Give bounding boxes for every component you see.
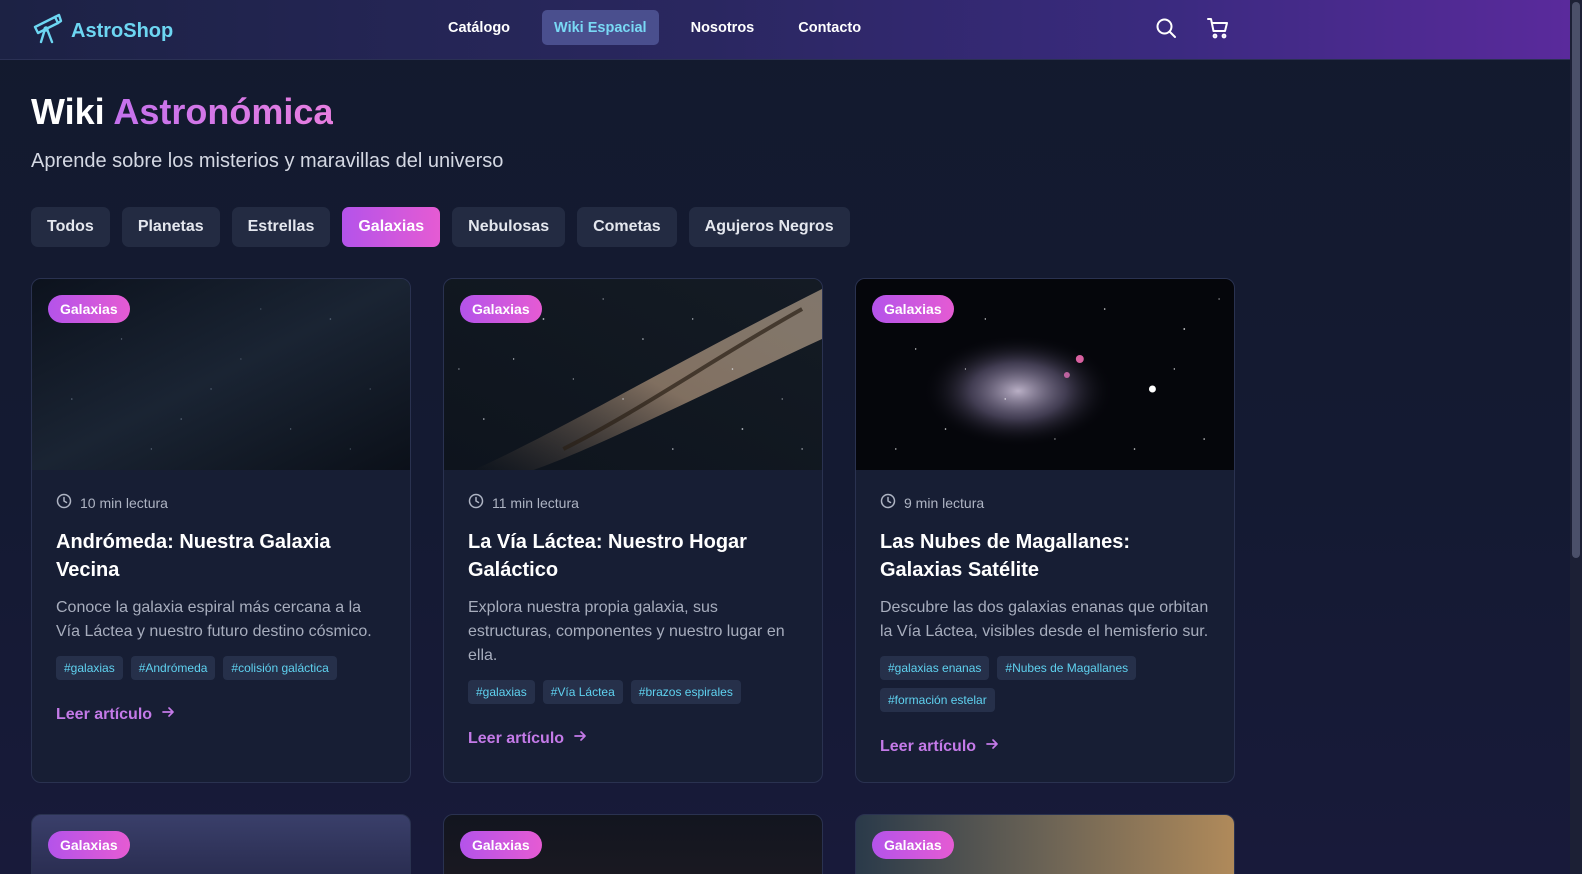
read-time-text: 9 min lectura bbox=[904, 494, 985, 511]
filter-agujeros-negros[interactable]: Agujeros Negros bbox=[688, 207, 850, 247]
nav-catalogo[interactable]: Catálogo bbox=[436, 10, 522, 45]
article-card[interactable]: Galaxias 10 min lectura Andrómeda: Nuest… bbox=[31, 278, 411, 783]
read-article-link[interactable]: Leer artículo bbox=[468, 728, 798, 749]
arrow-right-icon bbox=[984, 736, 1000, 757]
page-subtitle: Aprende sobre los misterios y maravillas… bbox=[31, 150, 504, 172]
tag[interactable]: #galaxias bbox=[468, 680, 535, 704]
tag-list: #galaxias #Andrómeda #colisión galáctica bbox=[56, 656, 386, 680]
tag[interactable]: #galaxias bbox=[56, 656, 123, 680]
category-badge: Galaxias bbox=[872, 831, 954, 859]
category-badge: Galaxias bbox=[48, 295, 130, 323]
main-nav: Catálogo Wiki Espacial Nosotros Contacto bbox=[436, 10, 873, 45]
cart-icon[interactable] bbox=[1206, 16, 1230, 40]
category-badge: Galaxias bbox=[872, 295, 954, 323]
filter-nebulosas[interactable]: Nebulosas bbox=[452, 207, 566, 247]
read-article-link[interactable]: Leer artículo bbox=[56, 704, 386, 725]
brand-logo[interactable]: AstroShop bbox=[31, 13, 173, 50]
article-body: 10 min lectura Andrómeda: Nuestra Galaxi… bbox=[56, 493, 386, 725]
article-card[interactable]: Galaxias 11 min lectura La Vía Láctea: N… bbox=[443, 278, 823, 783]
category-badge: Galaxias bbox=[460, 295, 542, 323]
read-time: 10 min lectura bbox=[56, 493, 386, 512]
article-body: 9 min lectura Las Nubes de Magallanes: G… bbox=[880, 493, 1210, 757]
article-description: Explora nuestra propia galaxia, sus estr… bbox=[468, 599, 785, 664]
nav-nosotros[interactable]: Nosotros bbox=[679, 10, 767, 45]
tag-list: #galaxias #Vía Láctea #brazos espirales bbox=[468, 680, 798, 704]
arrow-right-icon bbox=[572, 728, 588, 749]
filter-cometas[interactable]: Cometas bbox=[577, 207, 677, 247]
top-navbar: AstroShop Catálogo Wiki Espacial Nosotro… bbox=[0, 0, 1570, 60]
article-title[interactable]: Las Nubes de Magallanes: Galaxias Satéli… bbox=[880, 528, 1210, 584]
read-time: 9 min lectura bbox=[880, 493, 1210, 512]
article-description: Descubre las dos galaxias enanas que orb… bbox=[880, 599, 1209, 640]
search-icon[interactable] bbox=[1154, 16, 1178, 40]
article-title[interactable]: La Vía Láctea: Nuestro Hogar Galáctico bbox=[468, 528, 798, 584]
article-description: Conoce la galaxia espiral más cercana a … bbox=[56, 599, 372, 640]
read-time-text: 10 min lectura bbox=[80, 494, 168, 511]
read-time: 11 min lectura bbox=[468, 493, 798, 512]
tag[interactable]: #formación estelar bbox=[880, 688, 995, 712]
read-article-label: Leer artículo bbox=[880, 737, 977, 755]
category-filters: Todos Planetas Estrellas Galaxias Nebulo… bbox=[31, 207, 850, 247]
article-card[interactable]: Galaxias bbox=[855, 814, 1235, 874]
article-card[interactable]: Galaxias bbox=[31, 814, 411, 874]
page-title: Wiki Astronómica bbox=[31, 91, 333, 133]
tag[interactable]: #Nubes de Magallanes bbox=[997, 656, 1137, 680]
filter-estrellas[interactable]: Estrellas bbox=[231, 207, 331, 247]
tag[interactable]: #Andrómeda bbox=[130, 656, 216, 680]
category-badge: Galaxias bbox=[460, 831, 542, 859]
read-article-link[interactable]: Leer artículo bbox=[880, 736, 1210, 757]
tag[interactable]: #brazos espirales bbox=[630, 680, 741, 704]
article-card[interactable]: Galaxias 9 min lectura Las Nubes de Maga… bbox=[855, 278, 1235, 783]
arrow-right-icon bbox=[160, 704, 176, 725]
page: AstroShop Catálogo Wiki Espacial Nosotro… bbox=[0, 0, 1570, 874]
nav-contacto[interactable]: Contacto bbox=[786, 10, 873, 45]
filter-todos[interactable]: Todos bbox=[31, 207, 110, 247]
read-article-label: Leer artículo bbox=[468, 729, 565, 747]
article-body: 11 min lectura La Vía Láctea: Nuestro Ho… bbox=[468, 493, 798, 749]
clock-icon bbox=[880, 493, 896, 512]
tag[interactable]: #galaxias enanas bbox=[880, 656, 990, 680]
article-title[interactable]: Andrómeda: Nuestra Galaxia Vecina bbox=[56, 528, 386, 584]
read-time-text: 11 min lectura bbox=[492, 494, 579, 511]
filter-galaxias[interactable]: Galaxias bbox=[342, 207, 441, 247]
tag-list: #galaxias enanas #Nubes de Magallanes #f… bbox=[880, 656, 1210, 712]
clock-icon bbox=[56, 493, 72, 512]
page-title-plain: Wiki bbox=[31, 91, 105, 132]
telescope-icon bbox=[31, 13, 63, 50]
brand-name: AstroShop bbox=[71, 20, 174, 42]
nav-wiki-espacial[interactable]: Wiki Espacial bbox=[542, 10, 659, 45]
category-badge: Galaxias bbox=[48, 831, 130, 859]
read-article-label: Leer artículo bbox=[56, 705, 153, 723]
filter-planetas[interactable]: Planetas bbox=[121, 207, 220, 247]
page-scrollbar[interactable] bbox=[1570, 0, 1582, 874]
scrollbar-thumb[interactable] bbox=[1572, 2, 1580, 558]
tag[interactable]: #Vía Láctea bbox=[542, 680, 623, 704]
page-title-accent: Astronómica bbox=[113, 91, 334, 132]
tag[interactable]: #colisión galáctica bbox=[223, 656, 337, 680]
clock-icon bbox=[468, 493, 484, 512]
article-card[interactable]: Galaxias bbox=[443, 814, 823, 874]
